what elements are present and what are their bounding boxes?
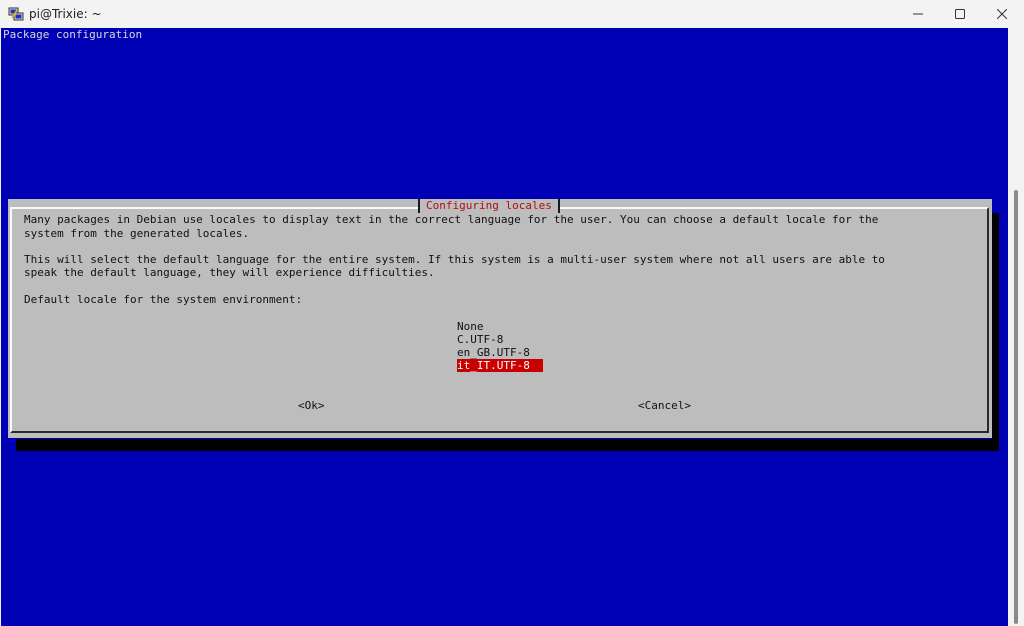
- close-icon: [997, 9, 1007, 19]
- ok-button[interactable]: <Ok>: [298, 399, 325, 412]
- dialog-text-line: speak the default language, they will ex…: [24, 266, 435, 279]
- dialog-text-line: Many packages in Debian use locales to d…: [24, 213, 879, 226]
- locale-option-it-it-selected[interactable]: it_IT.UTF-8: [457, 359, 543, 372]
- dialog-shadow-bottom: [16, 439, 999, 451]
- close-button[interactable]: [980, 0, 1024, 28]
- scrollbar-thumb[interactable]: [1014, 190, 1018, 624]
- dialog-text-line: This will select the default language fo…: [24, 253, 885, 266]
- locale-option-c-utf8[interactable]: C.UTF-8: [457, 333, 503, 346]
- dialog-text-line: system from the generated locales.: [24, 227, 250, 240]
- locale-option-none[interactable]: None: [457, 320, 484, 333]
- locale-prompt: Default locale for the system environmen…: [24, 293, 303, 306]
- dialog-frame: [10, 207, 989, 433]
- dialog-shadow-right: [992, 213, 999, 451]
- cancel-button[interactable]: <Cancel>: [638, 399, 691, 412]
- window-titlebar: pi@Trixie: ~: [0, 0, 1024, 29]
- minimize-button[interactable]: [896, 0, 940, 28]
- maximize-icon: [955, 9, 965, 19]
- putty-icon: [8, 7, 24, 21]
- package-configuration-header: Package configuration: [3, 28, 143, 41]
- dialog-title: Configuring locales: [418, 199, 560, 213]
- locale-option-en-gb[interactable]: en_GB.UTF-8: [457, 346, 530, 359]
- minimize-icon: [913, 13, 923, 15]
- maximize-button[interactable]: [938, 0, 982, 28]
- window-title: pi@Trixie: ~: [29, 7, 102, 21]
